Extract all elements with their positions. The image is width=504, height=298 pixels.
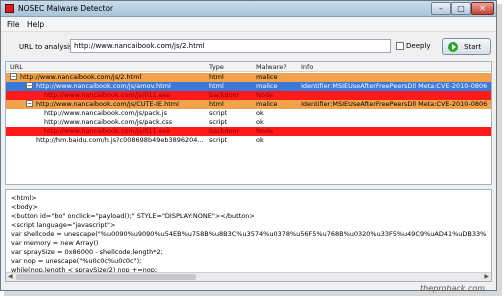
- source-line: var memory = new Array(): [11, 239, 99, 247]
- table-row[interactable]: − http://www.nancaibook.com/js/2.html html…: [6, 73, 491, 82]
- row-malware: ok: [256, 136, 264, 144]
- horizontal-scrollbar[interactable]: ◀ ▶: [6, 272, 491, 281]
- row-type: script: [209, 109, 228, 117]
- minimize-button[interactable]: –: [431, 2, 451, 15]
- row-type: backdoor: [209, 91, 240, 99]
- row-url: http://www.nancaibook.com/js/amov.html: [36, 82, 171, 90]
- row-malware: ok: [256, 118, 264, 126]
- table-row[interactable]: http://www.nancaibook.com/js/pack.js scri…: [6, 109, 491, 118]
- source-line: var nop = unescape("%u0c0c%u0c0c");: [11, 257, 142, 265]
- table-row[interactable]: http://www.nancaibook.com/js/011.exe back…: [6, 91, 491, 100]
- deeply-label: Deeply: [406, 42, 431, 50]
- row-type: script: [209, 118, 228, 126]
- app-icon: [5, 4, 14, 13]
- column-type[interactable]: Type: [209, 63, 224, 71]
- row-malware: ok: [256, 109, 264, 117]
- row-url: http://www.nancaibook.com/js/pack.js: [44, 109, 167, 117]
- collapse-toggle-icon[interactable]: −: [10, 73, 17, 80]
- row-type: html: [209, 82, 224, 90]
- source-view[interactable]: <html> <body> <button id="bo" onclick="pay…: [5, 189, 492, 282]
- maximize-button[interactable]: □: [451, 2, 471, 15]
- row-type: html: [209, 73, 224, 81]
- scrollbar-thumb[interactable]: [16, 274, 196, 280]
- deeply-checkbox[interactable]: [396, 42, 404, 50]
- row-malware: malice: [256, 73, 278, 81]
- row-type: backdoor: [209, 127, 240, 135]
- table-row[interactable]: http://www.nancaibook.com/js/pack.css scr…: [6, 118, 491, 127]
- scroll-left-icon[interactable]: ◀: [8, 273, 13, 280]
- start-label: Start: [464, 43, 482, 51]
- results-table[interactable]: URL Type Malware? Info − http://www.nanca…: [5, 61, 492, 185]
- row-info: Identifier:MSIEUseAfterFreePeersDll Meta…: [301, 82, 488, 90]
- table-row[interactable]: http://hm.baidu.com/h.js?c008698b49eb389…: [6, 136, 491, 145]
- column-malware[interactable]: Malware?: [256, 63, 287, 71]
- column-info[interactable]: Info: [301, 63, 313, 71]
- menu-help[interactable]: Help: [27, 20, 44, 29]
- table-header: URL Type Malware? Info: [6, 62, 491, 72]
- row-url: http://hm.baidu.com/h.js?c008698b49eb389…: [36, 136, 204, 144]
- table-row[interactable]: − http://www.nancaibook.com/js/CUTE-IE.ht…: [6, 100, 491, 109]
- column-url[interactable]: URL: [10, 63, 23, 71]
- row-url: http://www.nancaibook.com/js/011.exe: [44, 127, 171, 135]
- source-line: var spraySize = 0x86000 - shellcode.leng…: [11, 248, 163, 256]
- url-input[interactable]: [70, 39, 391, 53]
- source-line: <button id="bo" onclick="payload();" STY…: [11, 212, 255, 220]
- row-type: html: [209, 100, 224, 108]
- source-line: <body>: [11, 203, 38, 211]
- watermark: theprohack.com: [420, 284, 486, 293]
- row-malware: malice: [256, 100, 278, 108]
- window-shadow: [497, 4, 502, 293]
- menu-file[interactable]: File: [7, 20, 20, 29]
- collapse-toggle-icon[interactable]: −: [26, 82, 33, 89]
- source-line: <script language="javascript">: [11, 221, 116, 229]
- row-info: Identifier:MSIEUseAfterFreePeersDll Meta…: [301, 100, 488, 108]
- source-line: var shellcode = unescape("%u0090%u9090%u…: [11, 230, 487, 238]
- scroll-right-icon[interactable]: ▶: [484, 273, 489, 280]
- table-row[interactable]: http://www.nancaibook.com/js/011.exe back…: [6, 127, 491, 136]
- row-type: script: [209, 136, 228, 144]
- title-bar[interactable]: NOSEC Malware Detector – □ ✕: [1, 1, 496, 17]
- source-line: <html>: [11, 194, 37, 202]
- row-malware: Node: [256, 127, 273, 135]
- window-title: NOSEC Malware Detector: [18, 4, 114, 13]
- play-icon: [448, 42, 458, 52]
- row-malware: Node: [256, 91, 273, 99]
- row-url: http://www.nancaibook.com/js/2.html: [20, 73, 142, 81]
- url-label: URL to analysis: [19, 43, 73, 51]
- start-button[interactable]: Start: [442, 38, 491, 55]
- close-button[interactable]: ✕: [471, 2, 494, 15]
- collapse-toggle-icon[interactable]: −: [26, 100, 33, 107]
- row-url: http://www.nancaibook.com/js/pack.css: [44, 118, 173, 126]
- menu-bar: File Help: [1, 18, 496, 32]
- row-url: http://www.nancaibook.com/js/011.exe: [44, 91, 171, 99]
- table-row[interactable]: − http://www.nancaibook.com/js/amov.html h…: [6, 82, 491, 91]
- row-url: http://www.nancaibook.com/js/CUTE-IE.htm…: [36, 100, 179, 108]
- app-window: NOSEC Malware Detector – □ ✕ File Help U…: [0, 0, 497, 291]
- row-malware: malice: [256, 82, 278, 90]
